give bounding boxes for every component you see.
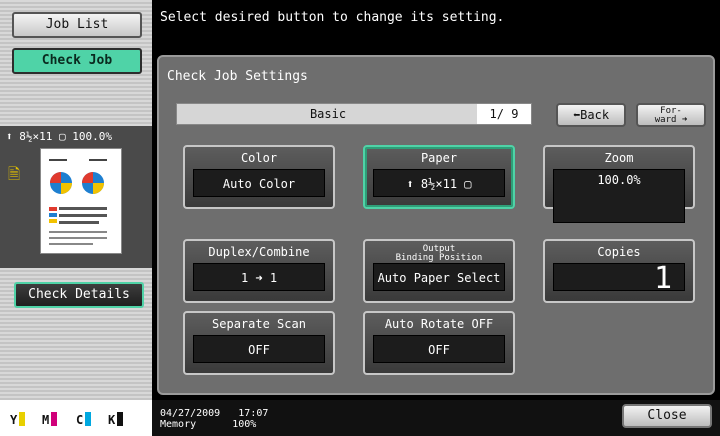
output-value: Auto Paper Select	[373, 263, 505, 291]
color-title: Color	[240, 151, 278, 165]
status-date: 04/27/2009	[160, 408, 221, 419]
status-time: 17:07	[238, 408, 269, 419]
paper-title: Paper	[420, 151, 458, 165]
output-title: Output Binding Position	[395, 244, 483, 263]
paper-value: ⬆ 8½×11 ▢	[373, 169, 505, 197]
toner-levels: Y M C K	[0, 400, 152, 436]
duplex-title: Duplex/Combine	[208, 245, 310, 259]
job-list-button[interactable]: Job List	[12, 12, 142, 38]
check-job-settings-panel: Check Job Settings Basic 1/ 9 ⬅Back For-…	[157, 55, 715, 395]
back-button[interactable]: ⬅Back	[556, 103, 626, 127]
forward-label: For- ward ➜	[654, 106, 688, 125]
copies-button[interactable]: Copies 1	[543, 239, 695, 303]
tab-basic[interactable]: Basic	[177, 107, 479, 121]
status-text: 04/27/2009 17:07 Memory 100%	[160, 408, 268, 430]
thumbnail-page	[40, 148, 122, 254]
copies-value: 1	[553, 263, 685, 294]
paper-button[interactable]: Paper ⬆ 8½×11 ▢	[363, 145, 515, 209]
check-details-button[interactable]: Check Details	[14, 282, 144, 308]
duplex-value: 1 ➜ 1	[193, 263, 325, 291]
toner-black: K	[108, 412, 124, 427]
check-job-button[interactable]: Check Job	[12, 48, 142, 74]
separate-scan-value: OFF	[193, 335, 325, 363]
panel-title: Check Job Settings	[167, 69, 308, 84]
page-preview-icon	[49, 159, 107, 245]
auto-rotate-button[interactable]: Auto Rotate OFF OFF	[363, 311, 515, 375]
color-button[interactable]: Color Auto Color	[183, 145, 335, 209]
zoom-button[interactable]: Zoom 100.0%	[543, 145, 695, 223]
thumbnail-info: ⬆ 8½×11 ▢ 100.0%	[6, 130, 112, 143]
forward-button[interactable]: For- ward ➜	[636, 103, 706, 127]
close-button[interactable]: Close	[622, 404, 712, 428]
toner-yellow: Y	[10, 412, 26, 427]
memory-label: Memory	[160, 419, 197, 430]
output-button[interactable]: Output Binding Position Auto Paper Selec…	[363, 239, 515, 303]
color-value: Auto Color	[193, 169, 325, 197]
toner-cyan: C	[76, 412, 92, 427]
instruction-message: Select desired button to change its sett…	[160, 10, 505, 25]
separate-scan-title: Separate Scan	[212, 317, 306, 331]
separate-scan-button[interactable]: Separate Scan OFF	[183, 311, 335, 375]
page-indicator: 1/ 9	[477, 104, 531, 124]
auto-rotate-value: OFF	[373, 335, 505, 363]
duplex-combine-button[interactable]: Duplex/Combine 1 ➜ 1	[183, 239, 335, 303]
tab-bar: Basic 1/ 9	[176, 103, 532, 125]
zoom-value: 100.0%	[553, 169, 685, 223]
zoom-title: Zoom	[604, 151, 634, 165]
copies-title: Copies	[597, 245, 641, 259]
memory-value: 100%	[232, 419, 257, 430]
main-area: Select desired button to change its sett…	[152, 0, 720, 436]
auto-rotate-title: Auto Rotate OFF	[384, 317, 494, 331]
pages-icon: 🗎	[8, 165, 21, 183]
toner-magenta: M	[42, 412, 58, 427]
sidebar: Job List Check Job ⬆ 8½×11 ▢ 100.0% 🗎 Ch…	[0, 0, 152, 436]
thumbnail-panel: ⬆ 8½×11 ▢ 100.0% 🗎	[0, 126, 152, 268]
